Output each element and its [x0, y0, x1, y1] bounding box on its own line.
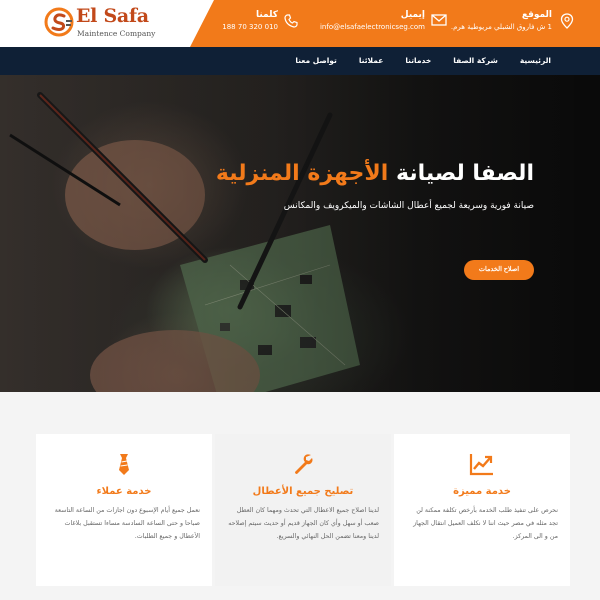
logo-mark-icon: [44, 7, 74, 37]
nav-item-services[interactable]: خدماتنا: [394, 47, 442, 75]
feature-card-distinguished-service: خدمة مميزة نحرص على تنفيذ طلب الخدمة بأر…: [394, 434, 570, 586]
feature-title: خدمة مميزة: [453, 486, 511, 497]
contact-phone[interactable]: كلمنا 010 320 70 188: [222, 9, 298, 33]
feature-text: نحرص على تنفيذ طلب الخدمة بأرخص تكلفة مم…: [413, 507, 558, 540]
email-value[interactable]: info@elsafaelectronicseg.com: [320, 21, 425, 33]
email-title: إيميل: [400, 10, 425, 20]
location-pin-icon: [560, 13, 574, 29]
contact-email[interactable]: إيميل info@elsafaelectronicseg.com: [320, 9, 447, 33]
feature-title: تصليح جميع الأعطال: [252, 486, 354, 497]
phone-title: كلمنا: [256, 10, 278, 20]
feature-text: لدينا اصلاح جميع الاعطال التي تحدث ومهما…: [228, 507, 379, 540]
top-bar: El Safa Maintence Company الموقع 1 ش فار…: [0, 0, 600, 47]
feature-text: نعمل جميع أيام الإسبوع دون اجازات من الس…: [54, 507, 200, 540]
phone-icon: [284, 14, 298, 28]
nav-item-contact[interactable]: تواصل معنا: [284, 47, 347, 75]
nav-item-clients[interactable]: عملائنا: [348, 47, 395, 75]
hero-title: الصفا لصيانة الأجهزة المنزلية: [215, 161, 534, 186]
necktie-icon: [119, 454, 129, 475]
features-section: خدمة مميزة نحرص على تنفيذ طلب الخدمة بأر…: [36, 434, 570, 586]
hero-subtitle: صيانة فورية وسريعة لجميع أعطال الشاشات و…: [283, 201, 534, 211]
envelope-icon: [431, 14, 447, 26]
nav-item-company[interactable]: شركة الصفا: [442, 47, 509, 75]
feature-card-repair-all: تصليح جميع الأعطال لدينا اصلاح جميع الاع…: [215, 434, 391, 586]
logo-brand: El Safa: [76, 5, 149, 27]
phone-value[interactable]: 010 320 70 188: [222, 21, 278, 33]
feature-card-customer-service: خدمة عملاء نعمل جميع أيام الإسبوع دون اج…: [36, 434, 212, 586]
hero-cta-button[interactable]: اصلاح الخدمات: [464, 260, 534, 280]
site-logo[interactable]: El Safa Maintence Company: [44, 5, 164, 41]
contact-location: الموقع 1 ش فاروق الشبلي مريوطية هرم.: [450, 9, 574, 33]
main-nav: الرئيسية شركة الصفا خدماتنا عملائنا تواص…: [0, 47, 600, 75]
nav-item-home[interactable]: الرئيسية: [509, 47, 562, 75]
hero-banner: الصفا لصيانة الأجهزة المنزلية صيانة فوري…: [0, 75, 600, 392]
feature-title: خدمة عملاء: [96, 486, 152, 497]
location-value: 1 ش فاروق الشبلي مريوطية هرم.: [450, 23, 552, 31]
hero-text: الصفا لصيانة الأجهزة المنزلية صيانة فوري…: [204, 159, 534, 211]
hero-overlay: [0, 75, 600, 392]
logo-tagline: Maintence Company: [77, 29, 156, 38]
trend-chart-icon: [469, 454, 493, 476]
location-title: الموقع: [521, 10, 552, 20]
wrench-icon: [295, 454, 313, 474]
